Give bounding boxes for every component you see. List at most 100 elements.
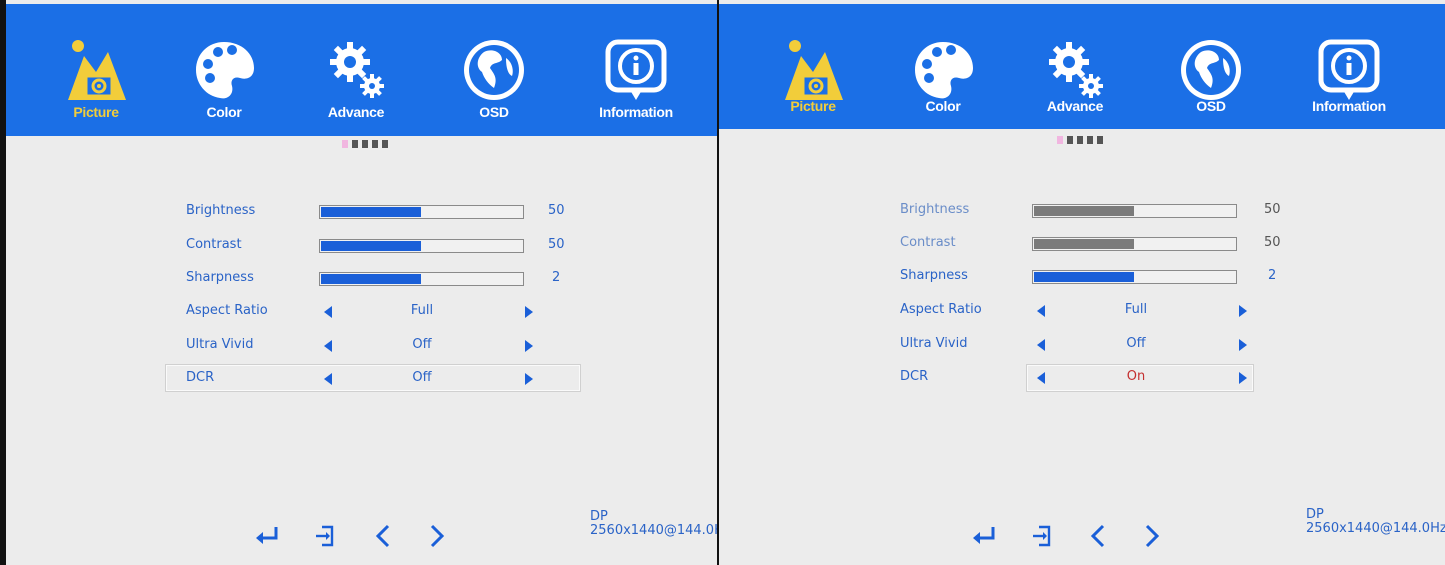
osd-panel-left: Picture Color Advance OSD Information Br… [0, 0, 719, 565]
tab-advance[interactable]: Advance [1015, 4, 1135, 136]
sharpness-row[interactable]: Sharpness 2 [900, 262, 1300, 292]
osd-tab-bar: Picture Color Advance OSD Information [719, 4, 1445, 129]
tab-label: Picture [790, 98, 836, 114]
contrast-label: Contrast [900, 235, 956, 250]
dcr-value[interactable]: On [1096, 369, 1176, 384]
picture-icon [785, 40, 843, 100]
palette-icon [196, 42, 254, 99]
tab-information[interactable]: Information [576, 4, 696, 136]
sharpness-value: 2 [1268, 268, 1277, 283]
tab-label: OSD [1196, 98, 1226, 114]
left-arrow-icon[interactable] [324, 373, 332, 385]
brightness-row[interactable]: Brightness 50 [186, 197, 586, 227]
brightness-value: 50 [548, 203, 565, 218]
tab-color[interactable]: Color [164, 4, 284, 136]
left-arrow-icon[interactable] [1037, 339, 1045, 351]
contrast-row[interactable]: Contrast 50 [186, 231, 586, 261]
sharpness-value: 2 [552, 270, 561, 285]
right-arrow-icon[interactable] [525, 340, 533, 352]
right-arrow-icon[interactable] [525, 306, 533, 318]
brightness-row[interactable]: Brightness 50 [900, 196, 1300, 226]
contrast-value: 50 [1264, 235, 1281, 250]
left-arrow-icon[interactable] [1037, 372, 1045, 384]
ultra-vivid-row[interactable]: Ultra Vivid Off [186, 331, 586, 361]
ultra-vivid-label: Ultra Vivid [900, 336, 968, 351]
globe-icon [464, 40, 524, 100]
brightness-slider[interactable] [1032, 204, 1237, 218]
sharpness-label: Sharpness [900, 268, 968, 283]
ultra-vivid-row[interactable]: Ultra Vivid Off [900, 330, 1300, 360]
aspect-ratio-label: Aspect Ratio [900, 302, 982, 317]
aspect-ratio-value: Full [1124, 302, 1148, 317]
contrast-slider[interactable] [319, 239, 524, 253]
picture-icon [68, 40, 126, 100]
ultra-vivid-label: Ultra Vivid [186, 337, 254, 352]
contrast-row[interactable]: Contrast 50 [900, 229, 1300, 259]
exit-icon[interactable] [312, 523, 338, 549]
tab-osd[interactable]: OSD [434, 4, 554, 136]
dcr-label: DCR [900, 369, 929, 384]
tab-label: Advance [1046, 98, 1104, 114]
right-chevron-icon[interactable] [424, 523, 450, 549]
tab-label: Picture [73, 104, 119, 120]
contrast-value: 50 [548, 237, 565, 252]
right-chevron-icon[interactable] [1139, 523, 1165, 549]
gears-icon [1049, 42, 1103, 98]
sharpness-row[interactable]: Sharpness 2 [186, 264, 586, 294]
left-arrow-icon[interactable] [324, 340, 332, 352]
tab-label: Information [599, 104, 673, 120]
enter-icon[interactable] [971, 523, 997, 549]
exit-icon[interactable] [1029, 523, 1055, 549]
left-chevron-icon[interactable] [1085, 523, 1111, 549]
contrast-label: Contrast [186, 237, 242, 252]
ultra-vivid-value: Off [412, 337, 432, 352]
right-arrow-icon[interactable] [1239, 372, 1247, 384]
info-icon [1318, 39, 1380, 100]
right-arrow-icon[interactable] [525, 373, 533, 385]
tab-picture[interactable]: Picture [753, 4, 873, 136]
aspect-ratio-row[interactable]: Aspect Ratio Full [900, 296, 1300, 326]
aspect-ratio-row[interactable]: Aspect Ratio Full [186, 297, 586, 327]
dcr-row[interactable]: DCR On [900, 363, 1300, 393]
tab-osd[interactable]: OSD [1151, 4, 1271, 136]
page-indicator [342, 140, 388, 148]
sharpness-slider[interactable] [319, 272, 524, 286]
palette-icon [915, 42, 973, 99]
tab-picture[interactable]: Picture [36, 4, 156, 136]
ultra-vivid-value: Off [1126, 336, 1146, 351]
sharpness-label: Sharpness [186, 270, 254, 285]
tab-label: OSD [479, 104, 509, 120]
input-source: DP [590, 509, 608, 524]
tab-information[interactable]: Information [1289, 4, 1409, 136]
contrast-slider[interactable] [1032, 237, 1237, 251]
dcr-label: DCR [186, 370, 215, 385]
aspect-ratio-value: Full [410, 303, 434, 318]
left-arrow-icon[interactable] [324, 306, 332, 318]
page-indicator [1057, 136, 1103, 144]
brightness-slider[interactable] [319, 205, 524, 219]
left-arrow-icon[interactable] [1037, 305, 1045, 317]
dcr-row[interactable]: DCR Off [186, 364, 586, 394]
tab-color[interactable]: Color [883, 4, 1003, 136]
globe-icon [1181, 40, 1241, 100]
brightness-label: Brightness [900, 202, 970, 217]
display-mode: 2560x1440@144.0Hz [590, 523, 719, 538]
tab-label: Advance [327, 104, 385, 120]
dcr-value: Off [412, 370, 432, 385]
tab-advance[interactable]: Advance [296, 4, 416, 136]
aspect-ratio-label: Aspect Ratio [186, 303, 268, 318]
osd-panel-right: Picture Color Advance OSD Information Br… [719, 0, 1445, 565]
brightness-value: 50 [1264, 202, 1281, 217]
sharpness-slider[interactable] [1032, 270, 1237, 284]
info-icon [605, 39, 667, 100]
gears-icon [330, 42, 384, 98]
brightness-label: Brightness [186, 203, 256, 218]
input-source: DP [1306, 507, 1324, 522]
left-chevron-icon[interactable] [370, 523, 396, 549]
display-mode: 2560x1440@144.0Hz [1306, 521, 1445, 536]
enter-icon[interactable] [254, 523, 280, 549]
tab-label: Color [206, 104, 242, 120]
tab-label: Information [1312, 98, 1386, 114]
right-arrow-icon[interactable] [1239, 339, 1247, 351]
right-arrow-icon[interactable] [1239, 305, 1247, 317]
